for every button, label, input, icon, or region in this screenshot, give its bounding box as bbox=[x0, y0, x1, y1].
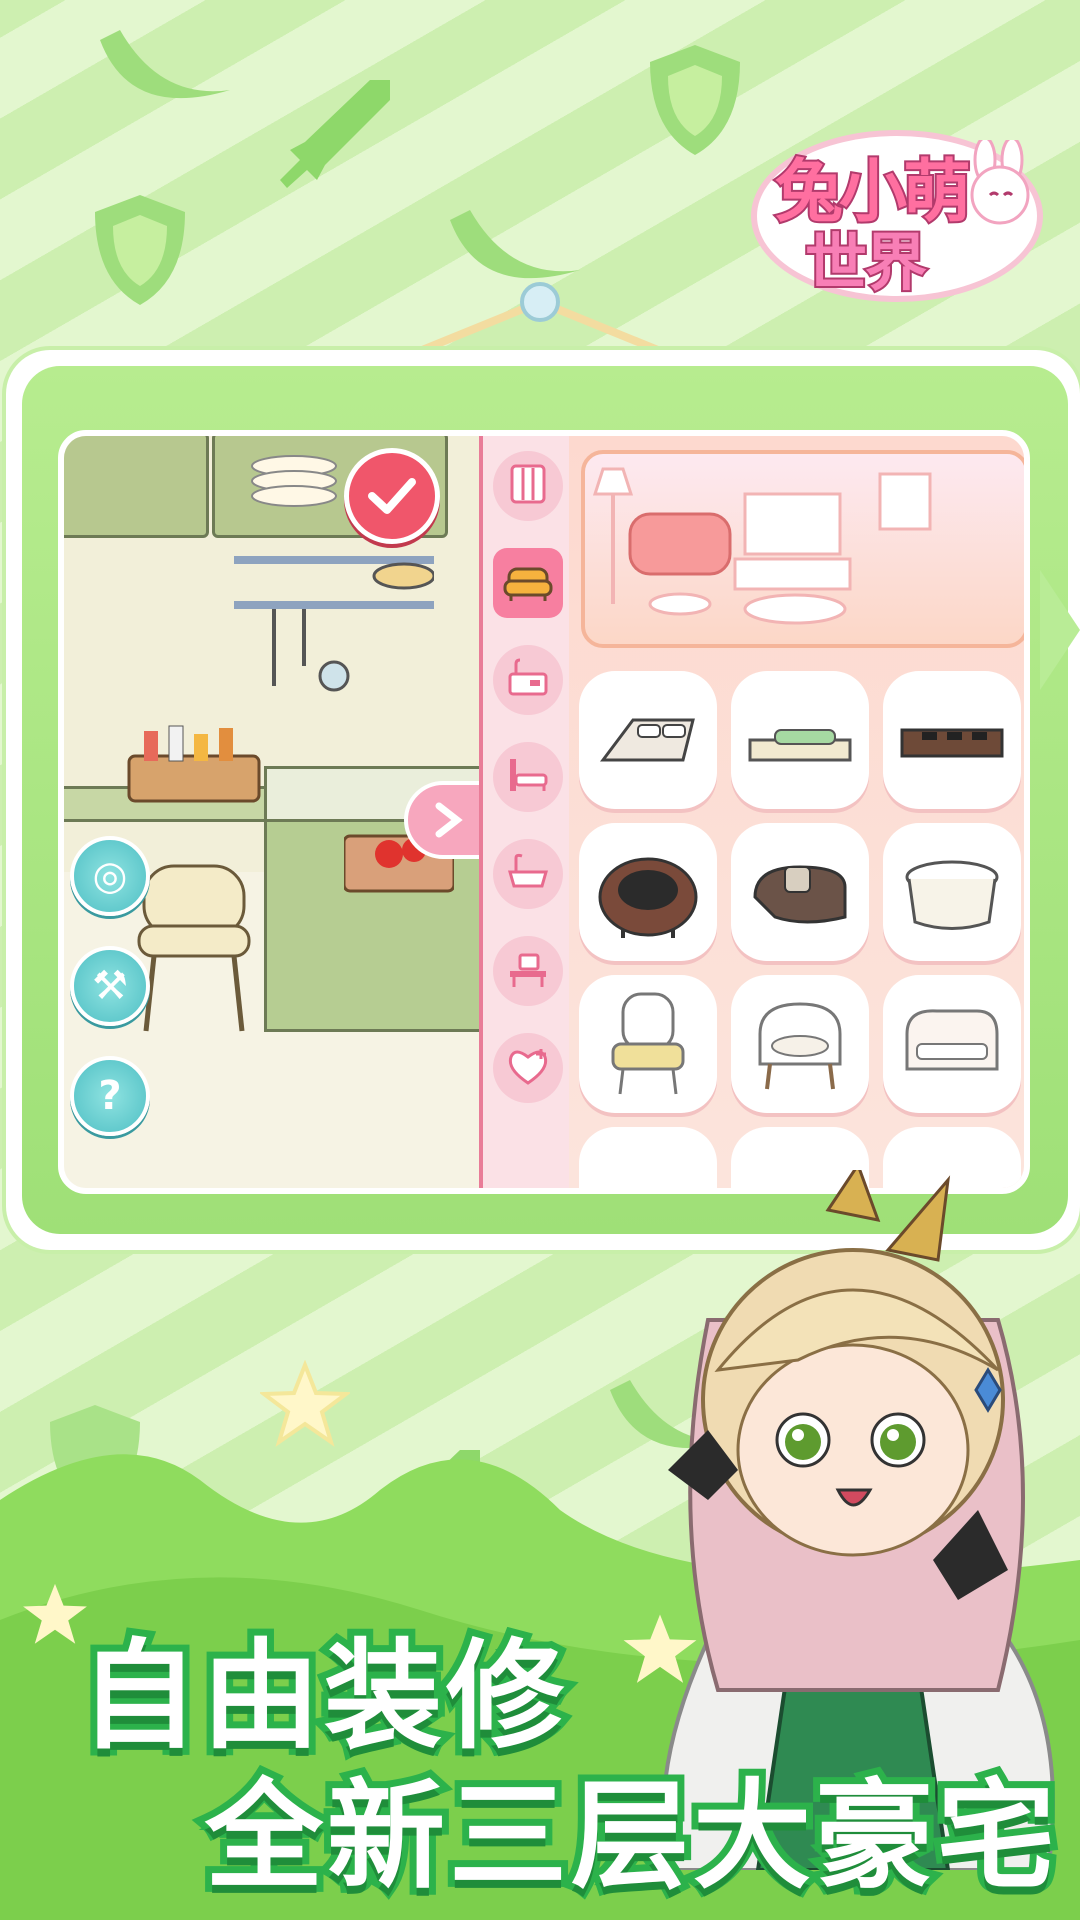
build-button[interactable]: ⚒ bbox=[70, 946, 150, 1026]
category-tab-wallpaper[interactable] bbox=[493, 451, 563, 521]
star-icon bbox=[260, 1360, 350, 1447]
sofa-icon bbox=[503, 559, 553, 607]
kitchen-scene[interactable]: ◎ ⚒ ? bbox=[64, 436, 492, 1188]
frame-side-tab bbox=[1040, 570, 1080, 690]
help-button[interactable]: ? bbox=[70, 1056, 150, 1136]
shield-icon bbox=[95, 195, 185, 305]
white-ottoman-item[interactable] bbox=[883, 823, 1021, 961]
white-armchair-item[interactable] bbox=[731, 975, 869, 1113]
bathtub-icon bbox=[506, 850, 550, 898]
kitchen-icon bbox=[506, 656, 550, 704]
spice-basket bbox=[127, 725, 261, 803]
furniture-panel bbox=[569, 436, 1024, 1188]
favorite-icon bbox=[505, 1045, 551, 1091]
shield-icon bbox=[650, 45, 740, 155]
banana-icon bbox=[100, 30, 230, 99]
category-tab-desk[interactable] bbox=[493, 936, 563, 1006]
category-tab-sofa[interactable] bbox=[493, 548, 563, 618]
bar-stool bbox=[137, 864, 251, 1032]
plates-stack bbox=[251, 455, 337, 507]
category-tab-favorite[interactable] bbox=[493, 1033, 563, 1103]
room-preview bbox=[581, 450, 1024, 648]
brown-sofa-item[interactable] bbox=[883, 671, 1021, 809]
cream-armchair-item[interactable] bbox=[579, 975, 717, 1113]
white-loveseat-item[interactable] bbox=[883, 975, 1021, 1113]
sword-icon bbox=[280, 80, 390, 188]
help-icon: ? bbox=[98, 1073, 122, 1119]
wallpaper-icon bbox=[506, 462, 550, 510]
game-screen: ◎ ⚒ ? bbox=[58, 430, 1030, 1194]
headline-line2: 全新三层大豪宅 bbox=[198, 1760, 1062, 1912]
chevron-right-icon bbox=[435, 802, 463, 838]
confirm-button[interactable] bbox=[344, 448, 440, 544]
hanging-string bbox=[408, 282, 672, 359]
bed-icon bbox=[506, 753, 550, 801]
round-chair-item[interactable] bbox=[579, 823, 717, 961]
category-tab-kitchen[interactable] bbox=[493, 645, 563, 715]
curved-sofa-item[interactable] bbox=[731, 823, 869, 961]
hide-icon: ◎ bbox=[92, 853, 128, 899]
game-logo: 兔小萌 世界 bbox=[745, 100, 1045, 302]
utensil-rack bbox=[234, 556, 434, 692]
hide-ui-button[interactable]: ◎ bbox=[70, 836, 150, 916]
gray-bed-item[interactable] bbox=[579, 671, 717, 809]
green-sofa-item[interactable] bbox=[731, 671, 869, 809]
category-tab-bathtub[interactable] bbox=[493, 839, 563, 909]
logo-title-line2: 世界 bbox=[803, 224, 929, 301]
desk-icon bbox=[506, 947, 550, 995]
category-tab-bed[interactable] bbox=[493, 742, 563, 812]
hammer-icon: ⚒ bbox=[92, 963, 128, 1009]
bunny-icon bbox=[970, 140, 1030, 225]
upper-cabinet bbox=[64, 436, 209, 538]
category-bar bbox=[479, 436, 575, 1188]
check-icon bbox=[368, 478, 416, 514]
